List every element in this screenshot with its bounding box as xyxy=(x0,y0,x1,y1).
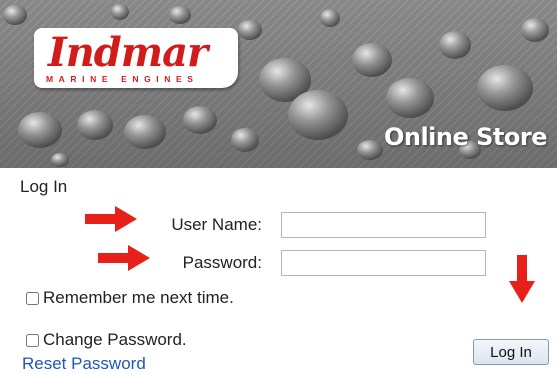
remember-me-label: Remember me next time. xyxy=(43,288,234,307)
arrow-down-icon xyxy=(509,255,535,303)
password-input[interactable] xyxy=(281,250,486,276)
change-password-checkbox[interactable] xyxy=(26,333,39,347)
store-label: Online Store xyxy=(383,123,548,151)
login-section-title: Log In xyxy=(20,177,68,196)
login-button[interactable]: Log In xyxy=(473,339,549,365)
arrow-right-icon xyxy=(98,245,150,271)
change-password-row[interactable]: Change Password. xyxy=(26,330,187,350)
brand-subtitle: MARINE ENGINES xyxy=(46,74,199,84)
brand-logo: Indmar MARINE ENGINES xyxy=(34,28,238,88)
username-input[interactable] xyxy=(281,212,486,238)
header-banner: Indmar MARINE ENGINES Online Store xyxy=(0,0,557,168)
change-password-label: Change Password. xyxy=(43,330,187,349)
brand-name: Indmar xyxy=(48,29,208,76)
arrow-right-icon xyxy=(85,206,137,232)
reset-password-link[interactable]: Reset Password xyxy=(22,354,146,374)
remember-me-row[interactable]: Remember me next time. xyxy=(26,288,234,308)
remember-me-checkbox[interactable] xyxy=(26,291,39,305)
